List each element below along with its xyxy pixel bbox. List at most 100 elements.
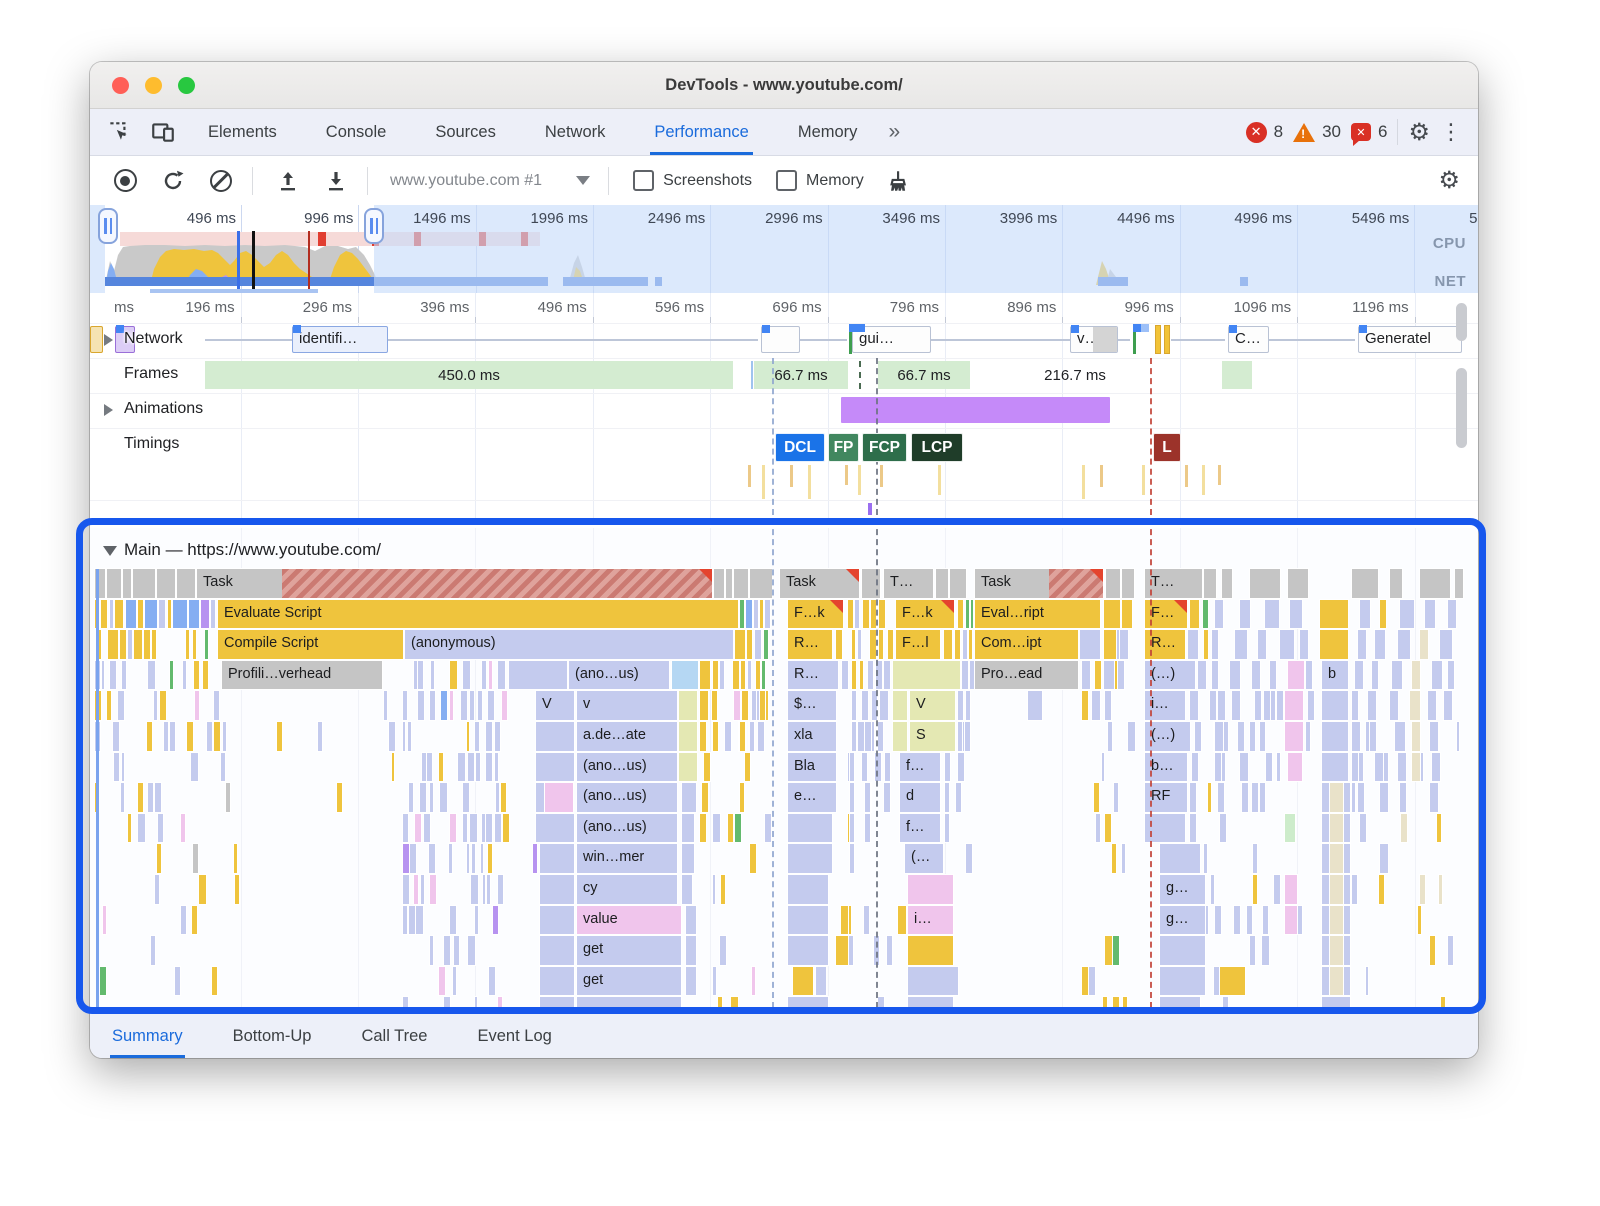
flame-entry[interactable]: value (577, 905, 681, 935)
flame-noise-bar[interactable] (181, 813, 186, 843)
flame-bar[interactable] (1390, 569, 1402, 598)
flame-bar[interactable] (1380, 599, 1386, 629)
flame-bar[interactable] (908, 997, 953, 1014)
flame-noise-bar[interactable] (391, 752, 394, 782)
flame-noise-bar[interactable] (403, 691, 408, 720)
flame-bar[interactable] (545, 783, 573, 812)
flame-noise-bar[interactable] (450, 660, 457, 690)
flame-bar[interactable] (1432, 752, 1440, 782)
flame-bar[interactable] (748, 660, 751, 690)
flame-noise-bar[interactable] (441, 691, 448, 720)
flame-noise-bar[interactable] (965, 844, 972, 873)
flame-bar[interactable] (1330, 844, 1343, 873)
flame-bar[interactable] (788, 875, 828, 904)
flame-noise-bar[interactable] (148, 783, 153, 812)
flame-bar[interactable] (1355, 660, 1363, 690)
flame-noise-bar[interactable] (1214, 966, 1220, 996)
flame-bar[interactable] (1240, 599, 1250, 629)
flame-bar[interactable] (878, 722, 883, 751)
flame-bar[interactable] (712, 691, 717, 720)
load-profile-icon[interactable] (275, 168, 301, 194)
flame-bar[interactable] (1352, 722, 1360, 751)
flame-bar[interactable] (704, 752, 710, 782)
flame-bar[interactable] (211, 599, 215, 629)
flame-bar[interactable] (700, 691, 708, 720)
flame-noise-bar[interactable] (474, 997, 478, 1014)
flame-noise-bar[interactable] (884, 783, 890, 812)
flame-bar[interactable] (893, 691, 907, 720)
flame-entry[interactable]: (anonymous) (405, 630, 733, 659)
flame-bar[interactable] (1092, 691, 1100, 720)
flame-bar[interactable] (1322, 875, 1330, 904)
flame-noise-bar[interactable] (192, 844, 198, 873)
flame-bar[interactable] (126, 599, 136, 629)
flame-bar[interactable] (533, 844, 537, 873)
flame-noise-bar[interactable] (407, 722, 411, 751)
flame-entry[interactable]: T… (1145, 569, 1202, 598)
flame-bar[interactable] (1344, 844, 1350, 873)
flame-bar[interactable] (682, 844, 694, 873)
flame-noise-bar[interactable] (151, 936, 156, 965)
flame-bar[interactable] (858, 630, 861, 659)
flame-bar[interactable] (950, 569, 966, 598)
flame-bar[interactable] (945, 813, 949, 843)
flame-entry[interactable]: i… (908, 905, 953, 935)
flame-bar[interactable] (1192, 752, 1198, 782)
flame-bar[interactable] (1220, 966, 1245, 996)
flame-bar[interactable] (850, 813, 854, 843)
flame-noise-bar[interactable] (409, 783, 413, 812)
flame-bar[interactable] (836, 630, 842, 659)
flame-noise-bar[interactable] (463, 783, 470, 812)
flame-bar[interactable] (536, 813, 574, 843)
flame-noise-bar[interactable] (118, 691, 125, 720)
flame-noise-bar[interactable] (157, 844, 162, 873)
flame-noise-bar[interactable] (410, 844, 417, 873)
network-track-label[interactable]: Network (124, 330, 183, 348)
flame-bar[interactable] (1160, 997, 1200, 1014)
flame-noise-bar[interactable] (154, 875, 159, 904)
scrollbar-thumb[interactable] (1456, 368, 1467, 448)
flame-bar[interactable] (740, 599, 744, 629)
flame-bar[interactable] (1215, 752, 1221, 782)
flame-bar[interactable] (1322, 844, 1330, 873)
flame-noise-bar[interactable] (481, 813, 485, 843)
flame-noise-bar[interactable] (764, 813, 771, 843)
flame-bar[interactable] (752, 691, 756, 720)
flame-bar[interactable] (1220, 813, 1226, 843)
flame-bar[interactable] (760, 691, 765, 720)
flame-bar[interactable] (1344, 966, 1350, 996)
flame-noise-bar[interactable] (113, 752, 119, 782)
flame-bar[interactable] (860, 660, 863, 690)
flame-bar[interactable] (788, 844, 832, 873)
flame-noise-bar[interactable] (496, 783, 499, 812)
timing-badge-l[interactable]: L (1153, 433, 1181, 462)
flame-bar[interactable] (1322, 936, 1330, 965)
timings-track-label[interactable]: Timings (124, 435, 179, 453)
flame-bar[interactable] (1390, 691, 1398, 720)
flame-bar[interactable] (201, 599, 209, 629)
flame-bar[interactable] (965, 722, 970, 751)
flame-noise-bar[interactable] (234, 875, 239, 904)
animation-bar[interactable] (841, 397, 1110, 423)
tab-bottom-up[interactable]: Bottom-Up (231, 1014, 314, 1058)
flame-noise-bar[interactable] (423, 813, 430, 843)
flame-bar[interactable] (1190, 813, 1196, 843)
flame-bar[interactable] (1230, 660, 1240, 690)
flame-bar[interactable] (1368, 691, 1376, 720)
flame-noise-bar[interactable] (1082, 966, 1088, 996)
flame-bar[interactable] (672, 660, 698, 690)
flame-bar[interactable] (1448, 660, 1454, 690)
flame-noise-bar[interactable] (1437, 813, 1442, 843)
flame-bar[interactable] (1285, 875, 1297, 904)
flame-bar[interactable] (726, 569, 732, 598)
flame-noise-bar[interactable] (182, 660, 187, 690)
flame-entry[interactable]: f… (900, 813, 940, 843)
flame-entry[interactable]: $… (788, 691, 836, 720)
flame-bar[interactable] (1285, 722, 1303, 751)
flame-bar[interactable] (754, 599, 758, 629)
flame-bar[interactable] (702, 783, 708, 812)
flame-noise-bar[interactable] (109, 660, 117, 690)
flame-bar[interactable] (1344, 875, 1350, 904)
flame-noise-bar[interactable] (191, 752, 198, 782)
flame-noise-bar[interactable] (1265, 752, 1273, 782)
